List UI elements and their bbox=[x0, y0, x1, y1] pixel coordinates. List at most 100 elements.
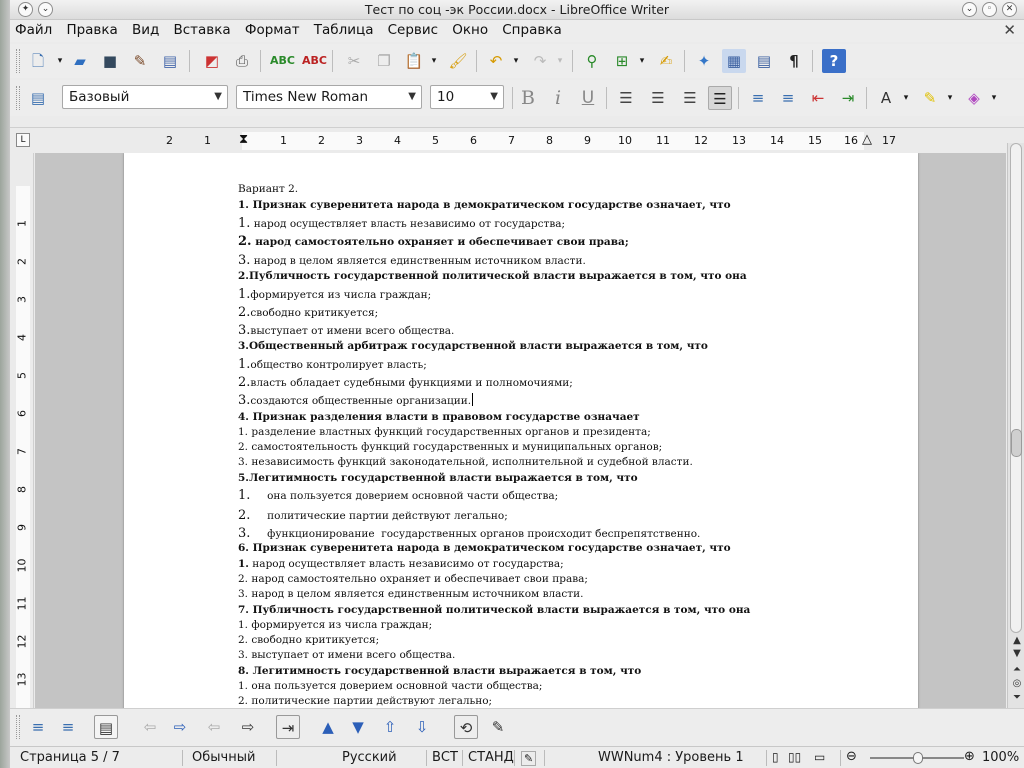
font-size-select[interactable]: 10 ▼ bbox=[430, 85, 504, 109]
indent-marker-icon[interactable]: ⧗ bbox=[239, 132, 248, 147]
document-line[interactable]: 8. Легитимность государственной власти в… bbox=[238, 665, 641, 677]
bullets-numbering-dialog-icon[interactable]: ✎ bbox=[486, 715, 510, 739]
toolbar-grip[interactable] bbox=[16, 715, 20, 739]
toolbar-grip[interactable] bbox=[16, 49, 20, 73]
menu-file[interactable]: Файл bbox=[10, 20, 57, 38]
bold-icon[interactable]: B bbox=[516, 86, 540, 110]
vertical-ruler[interactable]: 1 2 3 4 5 6 7 8 9 10 11 12 13 bbox=[10, 153, 34, 708]
menu-format[interactable]: Формат bbox=[240, 20, 305, 38]
document-line[interactable]: 3. выступает от имени всего общества. bbox=[238, 649, 455, 661]
demote-with-subpoints-icon[interactable]: ⇨ bbox=[236, 715, 260, 739]
navigator-icon[interactable]: ✦ bbox=[692, 49, 716, 73]
single-page-view-icon[interactable]: ▯ bbox=[772, 750, 779, 764]
styles-and-formatting-icon[interactable]: ▤ bbox=[26, 86, 50, 110]
document-line[interactable]: 2.свободно критикуется; bbox=[238, 305, 378, 320]
align-right-icon[interactable]: ☰ bbox=[678, 86, 702, 110]
menu-window[interactable]: Окно bbox=[447, 20, 493, 38]
clone-formatting-icon[interactable]: 🖌 bbox=[446, 49, 470, 73]
next-page-icon[interactable]: ⏷ bbox=[1010, 692, 1024, 703]
restart-numbering-icon[interactable]: ⟲ bbox=[454, 715, 478, 739]
close-document-icon[interactable]: ✕ bbox=[1003, 21, 1016, 39]
list-paragraph-icon[interactable]: ▤ bbox=[94, 715, 118, 739]
show-draw-functions-icon[interactable]: ✍ bbox=[654, 49, 678, 73]
document-line[interactable]: 2. народ самостоятельно охраняет и обесп… bbox=[238, 573, 588, 585]
previous-page-icon[interactable]: ⏶ bbox=[1010, 664, 1024, 675]
numbered-list-icon[interactable]: ≡ bbox=[56, 715, 80, 739]
print-icon[interactable]: ⎙ bbox=[230, 49, 254, 73]
document-line[interactable]: Вариант 2. bbox=[238, 183, 298, 195]
menu-view[interactable]: Вид bbox=[127, 20, 164, 38]
multi-page-view-icon[interactable]: ▯▯ bbox=[788, 750, 801, 764]
paste-dropdown-icon[interactable]: ▾ bbox=[422, 49, 446, 73]
document-line[interactable]: 1. Признак суверенитета народа в демокра… bbox=[238, 199, 731, 211]
gallery-icon[interactable]: ▦ bbox=[722, 49, 746, 73]
justify-icon[interactable]: ☰ bbox=[708, 86, 732, 110]
horizontal-ruler[interactable]: 2 1 ⧗ 1 2 3 4 5 6 7 8 9 10 11 12 13 14 1… bbox=[124, 132, 920, 150]
open-folder-icon[interactable]: ▰ bbox=[68, 49, 92, 73]
scrollbar-thumb[interactable] bbox=[1011, 429, 1022, 457]
decrease-indent-icon[interactable]: ⇤ bbox=[806, 86, 830, 110]
vertical-scrollbar[interactable]: ▲ ▼ ⏶ ◎ ⏷ bbox=[1007, 143, 1024, 708]
document-line[interactable]: 1. народ осуществляет власть независимо … bbox=[238, 216, 565, 231]
font-color-dropdown-icon[interactable]: ▾ bbox=[894, 86, 918, 110]
document-line[interactable]: 3.создаются общественные организации. bbox=[238, 393, 474, 408]
underline-icon[interactable]: U bbox=[576, 86, 600, 110]
document-line[interactable]: 2.Публичность государственной политическ… bbox=[238, 270, 747, 282]
bullets-icon[interactable]: ≡ bbox=[776, 86, 800, 110]
new-document-icon[interactable]: 🗋 bbox=[26, 49, 50, 73]
document-line[interactable]: 2. политические партии действуют легальн… bbox=[238, 695, 492, 707]
document-line[interactable]: 1. разделение властных функций государст… bbox=[238, 426, 651, 438]
zoom-in-icon[interactable]: ⊕ bbox=[964, 749, 975, 764]
increase-indent-icon[interactable]: ⇥ bbox=[836, 86, 860, 110]
insert-mode[interactable]: ВСТ bbox=[432, 750, 458, 765]
document-line[interactable]: 1. формируется из числа граждан; bbox=[238, 619, 432, 631]
hyperlink-icon[interactable]: ⚲ bbox=[580, 49, 604, 73]
export-pdf-icon[interactable]: ◩ bbox=[200, 49, 224, 73]
menu-edit[interactable]: Правка bbox=[61, 20, 122, 38]
document-line[interactable]: 3. функционирование государственных орга… bbox=[238, 526, 700, 541]
toolbar-grip[interactable] bbox=[16, 86, 20, 110]
book-view-icon[interactable]: ▭ bbox=[814, 750, 825, 764]
zoom-slider-knob[interactable] bbox=[913, 752, 923, 764]
zoom-level[interactable]: 100% bbox=[982, 750, 1019, 765]
document-line[interactable]: 1.формируется из числа граждан; bbox=[238, 287, 431, 302]
insert-unnumbered-entry-icon[interactable]: ⇥ bbox=[276, 715, 300, 739]
document-line[interactable]: 2. свободно критикуется; bbox=[238, 634, 379, 646]
tab-type-icon[interactable]: L bbox=[16, 133, 30, 147]
spellcheck-icon[interactable]: ABC bbox=[270, 49, 295, 73]
document-line[interactable]: 1.общество контролирует власть; bbox=[238, 357, 427, 372]
align-left-icon[interactable]: ☰ bbox=[614, 86, 638, 110]
numbering-icon[interactable]: ≡ bbox=[746, 86, 770, 110]
document-line[interactable]: 2. политические партии действуют легальн… bbox=[238, 508, 508, 523]
cut-icon[interactable]: ✂ bbox=[342, 49, 366, 73]
demote-one-level-icon[interactable]: ⇨ bbox=[168, 715, 192, 739]
document-icon[interactable]: ▤ bbox=[158, 49, 182, 73]
background-color-dropdown-icon[interactable]: ▾ bbox=[982, 86, 1006, 110]
document-page[interactable]: Вариант 2. 1. Признак суверенитета народа… bbox=[124, 153, 918, 708]
table-dropdown-icon[interactable]: ▾ bbox=[630, 49, 654, 73]
highlighting-dropdown-icon[interactable]: ▾ bbox=[938, 86, 962, 110]
copy-icon[interactable]: ❐ bbox=[372, 49, 396, 73]
menu-tools[interactable]: Сервис bbox=[383, 20, 443, 38]
document-line[interactable]: 7. Публичность государственной политичес… bbox=[238, 604, 750, 616]
document-line[interactable]: 4. Признак разделения власти в правовом … bbox=[238, 411, 640, 423]
menu-insert[interactable]: Вставка bbox=[168, 20, 235, 38]
redo-dropdown-icon[interactable]: ▾ bbox=[548, 49, 572, 73]
font-name-select[interactable]: Times New Roman ▼ bbox=[236, 85, 422, 109]
document-line[interactable]: 1. она пользуется доверием основной част… bbox=[238, 488, 558, 503]
menu-help[interactable]: Справка bbox=[497, 20, 566, 38]
document-line[interactable]: 3. независимость функций законодательной… bbox=[238, 456, 693, 468]
navigation-icon[interactable]: ◎ bbox=[1010, 678, 1024, 689]
align-center-icon[interactable]: ☰ bbox=[646, 86, 670, 110]
document-line[interactable]: 2. самостоятельность функций государстве… bbox=[238, 441, 662, 453]
formatting-marks-icon[interactable]: ¶ bbox=[782, 49, 806, 73]
save-icon[interactable]: ■ bbox=[98, 49, 122, 73]
move-down-icon[interactable]: ▼ bbox=[346, 715, 370, 739]
promote-with-subpoints-icon[interactable]: ⇦ bbox=[202, 715, 226, 739]
numbering-off-icon[interactable]: ≡ bbox=[26, 715, 50, 739]
menu-table[interactable]: Таблица bbox=[309, 20, 379, 38]
document-line[interactable]: 1. народ осуществляет власть независимо … bbox=[238, 558, 564, 570]
close-window-icon[interactable]: ✕ bbox=[1002, 2, 1017, 17]
zoom-out-icon[interactable]: ⊖ bbox=[846, 749, 857, 764]
maximize-icon[interactable]: ◦ bbox=[982, 2, 997, 17]
